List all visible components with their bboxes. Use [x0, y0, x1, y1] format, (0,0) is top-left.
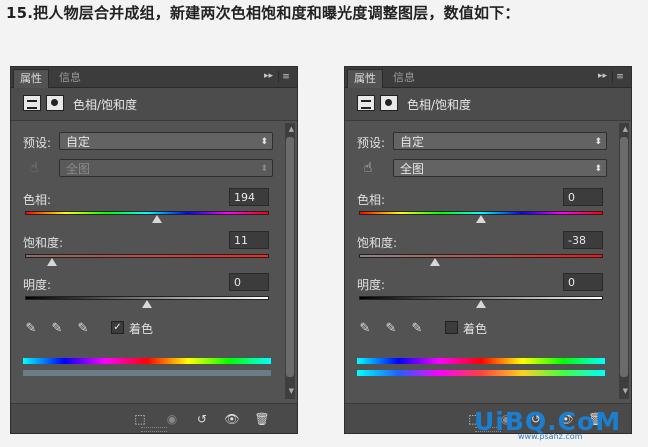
source-color-bar [357, 358, 605, 364]
saturation-label: 饱和度: [357, 236, 398, 250]
hue-slider[interactable] [25, 211, 269, 215]
saturation-slider[interactable] [359, 254, 603, 258]
scroll-down-icon[interactable]: ▼ [623, 387, 628, 395]
hue-input[interactable]: 194 [229, 188, 269, 206]
range-select-value: 全图 [66, 162, 91, 176]
targeted-adjustment-hand-icon[interactable]: ☝ [25, 159, 43, 177]
select-arrows-icon: ⬍ [594, 164, 602, 174]
mask-icon[interactable] [46, 95, 64, 111]
panel-header: 色相/饱和度 [11, 88, 297, 121]
reset-icon[interactable]: ↺ [191, 410, 213, 428]
lightness-slider-thumb[interactable] [476, 300, 486, 308]
hue-slider-thumb[interactable] [476, 215, 486, 223]
tab-info[interactable]: 信息 [387, 69, 421, 87]
eyedropper-minus-icon[interactable]: ✎ [75, 321, 91, 337]
lightness-label: 明度: [357, 278, 386, 292]
scrollbar-thumb[interactable] [286, 137, 294, 377]
panel-tabbar: 属性 信息 ▸▸ ≡ [345, 67, 631, 88]
range-select[interactable]: 全图 ⬍ [59, 159, 273, 177]
hue-label: 色相: [357, 193, 386, 207]
preset-select[interactable]: 自定 ⬍ [59, 132, 273, 150]
result-color-bar [23, 370, 271, 376]
panel-menu-icon[interactable]: ≡ [612, 71, 627, 83]
targeted-adjustment-hand-icon[interactable]: ☝ [359, 159, 377, 177]
properties-panel-1: 属性 信息 ▸▸ ≡ 色相/饱和度 ▲ ▼ 预设: 自定 ⬍ ☝ 全图 ⬍ 色相… [10, 66, 298, 434]
hue-slider-thumb[interactable] [151, 215, 162, 223]
clip-to-layer-icon[interactable]: ⬚ [129, 410, 151, 428]
view-previous-state-icon[interactable]: ◉ [161, 410, 183, 428]
saturation-input[interactable]: 11 [229, 231, 269, 249]
colorize-label: 着色 [129, 322, 154, 336]
delete-trash-icon[interactable]: 🗑 [251, 410, 273, 428]
preset-label: 预设: [357, 136, 386, 150]
panel-header: 色相/饱和度 [345, 88, 631, 121]
preset-select-value: 自定 [400, 135, 425, 149]
saturation-slider-thumb[interactable] [46, 258, 57, 266]
source-color-bar [23, 358, 271, 364]
colorize-label: 着色 [463, 322, 488, 336]
watermark-url: www.psahz.com [518, 432, 583, 441]
select-arrows-icon: ⬍ [260, 164, 268, 174]
eyedropper-icon[interactable]: ✎ [357, 321, 373, 337]
range-select-value: 全图 [400, 162, 425, 176]
hue-label: 色相: [23, 193, 52, 207]
colorize-checkbox[interactable]: ✓ [111, 321, 124, 334]
panel-menu-icon[interactable]: ≡ [278, 71, 293, 83]
adjustment-layer-icon[interactable] [357, 95, 375, 111]
tab-properties[interactable]: 属性 [13, 69, 49, 88]
page-heading: 15.把人物层合并成组，新建两次色相饱和度和曝光度调整图层，数值如下： [6, 4, 520, 22]
collapse-arrows-icon[interactable]: ▸▸ [598, 71, 607, 81]
preset-select[interactable]: 自定 ⬍ [393, 132, 607, 150]
tab-info[interactable]: 信息 [53, 69, 87, 87]
result-color-bar [357, 370, 605, 376]
panel-title: 色相/饱和度 [407, 98, 472, 112]
hue-input[interactable]: 0 [563, 188, 603, 206]
properties-panel-2: 属性 信息 ▸▸ ≡ 色相/饱和度 ▲ ▼ 预设: 自定 ⬍ ☝ 全图 ⬍ 色相… [344, 66, 632, 434]
select-arrows-icon: ⬍ [260, 137, 268, 147]
scroll-up-icon[interactable]: ▲ [623, 125, 628, 133]
panel-bottom-toolbar: ⬚ ◉ ↺ 👁 🗑 [11, 403, 297, 433]
saturation-label: 饱和度: [23, 236, 64, 250]
collapse-arrows-icon[interactable]: ▸▸ [264, 71, 273, 81]
select-arrows-icon: ⬍ [594, 137, 602, 147]
saturation-slider-thumb[interactable] [429, 258, 440, 266]
colorize-checkbox[interactable] [445, 321, 458, 334]
lightness-slider-thumb[interactable] [142, 300, 152, 308]
scroll-up-icon[interactable]: ▲ [289, 125, 294, 133]
scroll-down-icon[interactable]: ▼ [289, 387, 294, 395]
range-select[interactable]: 全图 ⬍ [393, 159, 607, 177]
saturation-input[interactable]: -38 [563, 231, 603, 249]
eyedropper-icon[interactable]: ✎ [23, 321, 39, 337]
mask-icon[interactable] [380, 95, 398, 111]
tab-properties[interactable]: 属性 [347, 69, 383, 88]
panel-title: 色相/饱和度 [73, 98, 138, 112]
preset-label: 预设: [23, 136, 52, 150]
visibility-eye-icon[interactable]: 👁 [221, 410, 243, 428]
adjustment-layer-icon[interactable] [23, 95, 41, 111]
lightness-input[interactable]: 0 [229, 273, 269, 291]
saturation-slider[interactable] [25, 254, 269, 258]
eyedropper-plus-icon[interactable]: ✎ [49, 321, 65, 337]
panel-tabbar: 属性 信息 ▸▸ ≡ [11, 67, 297, 88]
scrollbar-thumb[interactable] [620, 137, 628, 377]
lightness-input[interactable]: 0 [563, 273, 603, 291]
resize-grip[interactable] [141, 427, 167, 432]
eyedropper-minus-icon[interactable]: ✎ [409, 321, 425, 337]
eyedropper-plus-icon[interactable]: ✎ [383, 321, 399, 337]
preset-select-value: 自定 [66, 135, 91, 149]
lightness-label: 明度: [23, 278, 52, 292]
